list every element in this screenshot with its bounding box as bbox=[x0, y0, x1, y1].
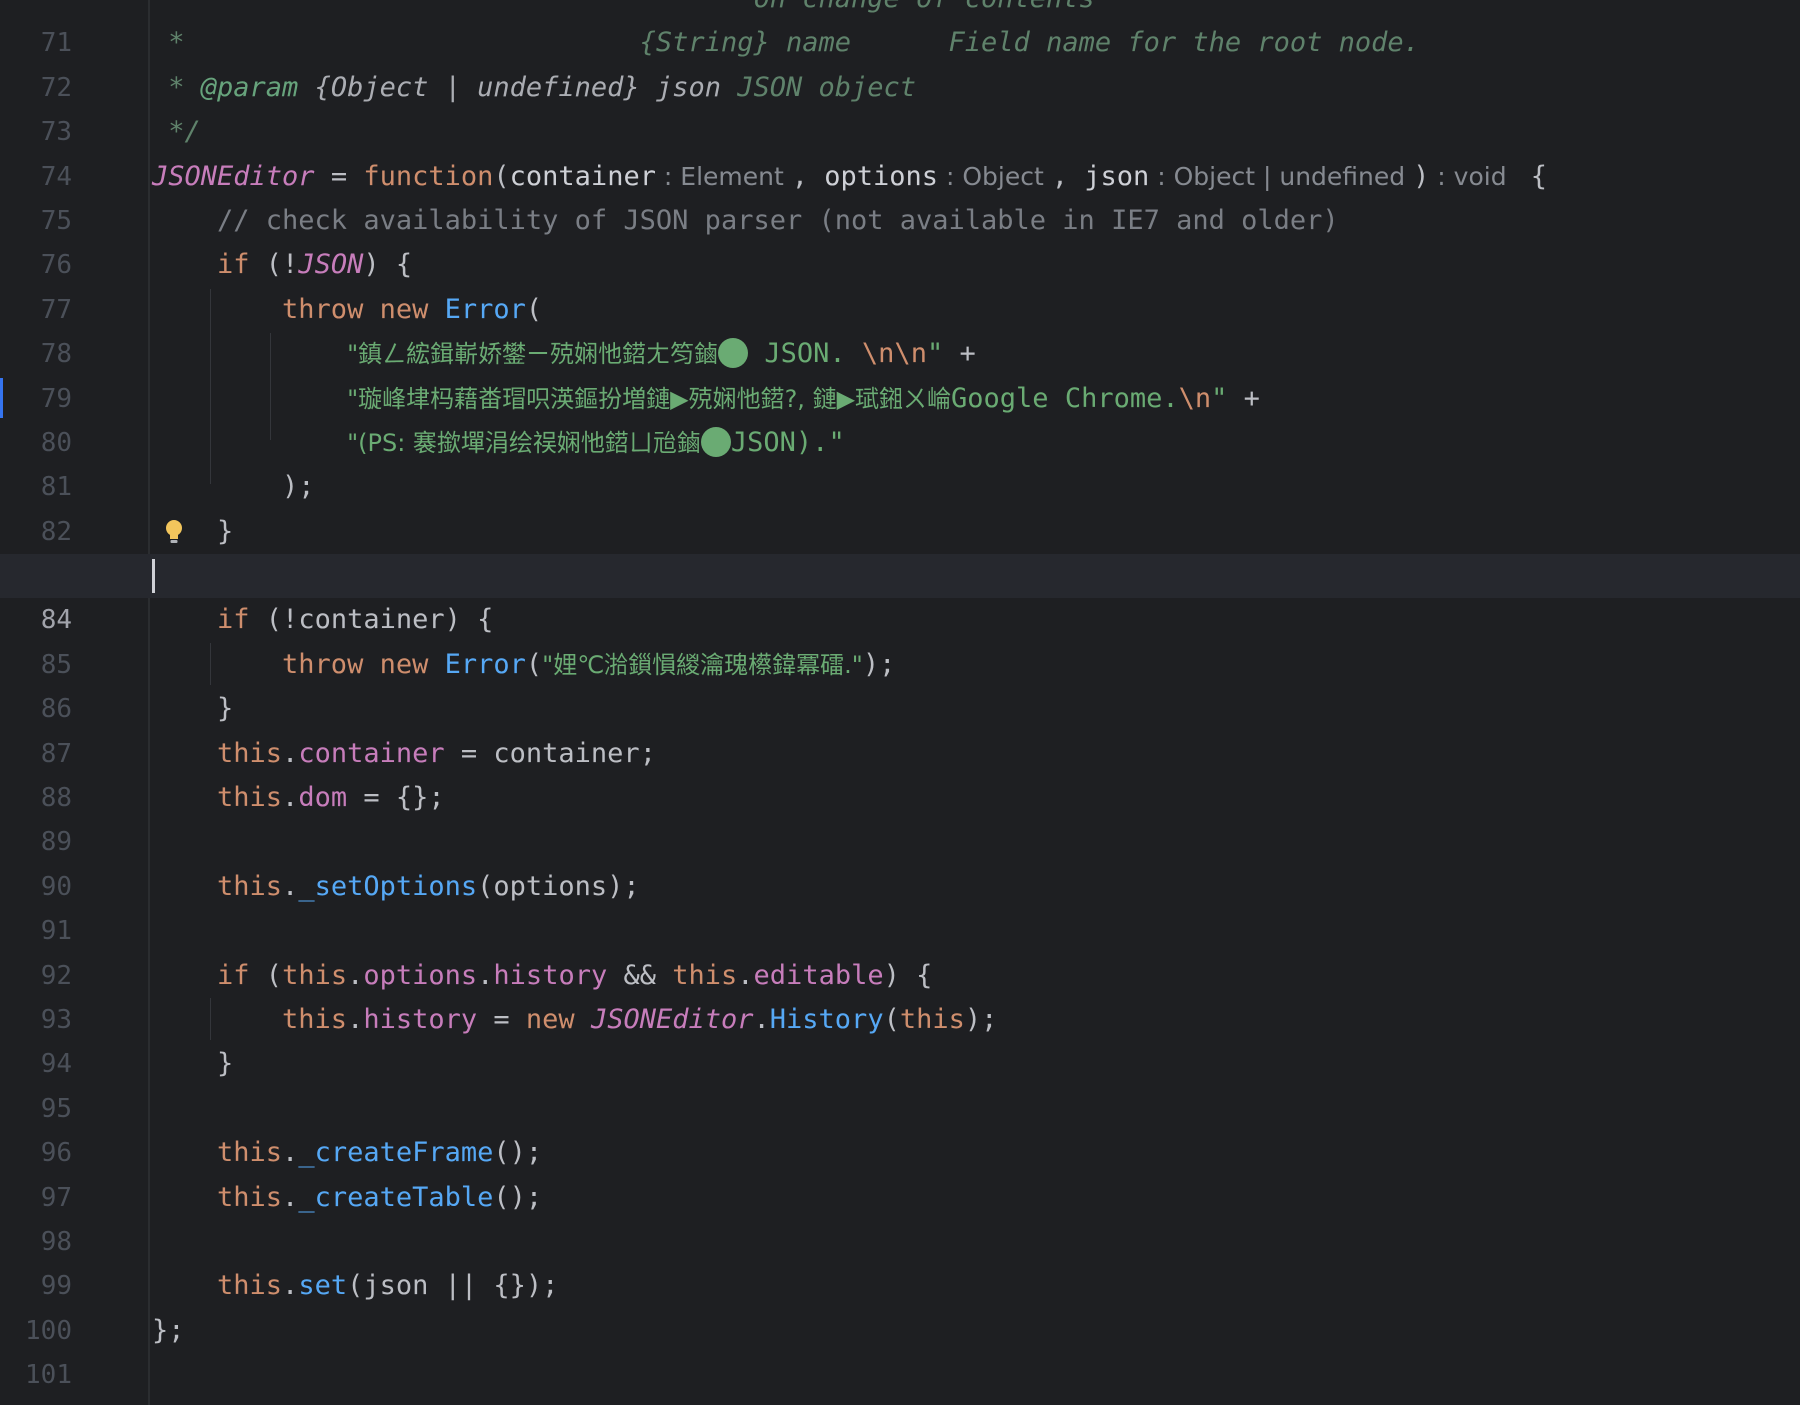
code-line[interactable]: 92 bbox=[0, 909, 1800, 991]
line-code: } bbox=[152, 693, 234, 725]
code-line[interactable]: 101 }; bbox=[0, 1309, 1800, 1390]
code-line[interactable]: 85 if (!container) { bbox=[0, 598, 1800, 679]
line-code: * {String} name Field name for the root … bbox=[152, 27, 1420, 59]
line-code: this._createTable(); bbox=[152, 1181, 543, 1213]
line-code: * on change of contents bbox=[152, 0, 1095, 21]
line-code: JSONEditor = function(container : Elemen… bbox=[152, 160, 1548, 192]
type-hint: : Element bbox=[655, 161, 792, 191]
param-json: json bbox=[1084, 160, 1150, 192]
line-code: // check availability of JSON parser (no… bbox=[152, 204, 1339, 236]
line-code: this.dom = {}; bbox=[152, 782, 445, 814]
line-code: if (!container) { bbox=[152, 604, 494, 636]
line-code: "鎮ㄥ綋鍓嶄娇鐢ㄧ殑娴忚鍣ㄤ笉鏀 JSON. \n\n" + bbox=[347, 338, 976, 370]
code-line[interactable]: 78 throw new Error( bbox=[0, 288, 1800, 369]
unknown-glyph-icon bbox=[700, 426, 731, 457]
type-hint: : Object | undefined bbox=[1149, 161, 1414, 191]
code-editor[interactable]: 71 * on change of contents 72 * {String}… bbox=[0, 0, 1800, 1405]
indent-guide bbox=[210, 289, 211, 484]
editor-lines[interactable]: 71 * on change of contents 72 * {String}… bbox=[0, 0, 1800, 1405]
code-line[interactable]: 72 * {String} name Field name for the ro… bbox=[0, 21, 1800, 102]
code-line[interactable]: 100 this.set(json || {}); bbox=[0, 1264, 1800, 1345]
line-code: this.history = new JSONEditor.History(th… bbox=[152, 1003, 998, 1035]
line-code: ); bbox=[152, 471, 315, 503]
line-code: this.container = container; bbox=[152, 737, 656, 769]
line-code: this.set(json || {}); bbox=[152, 1270, 559, 1302]
line-number: 102 bbox=[0, 1398, 72, 1405]
param-options: options bbox=[824, 160, 939, 192]
line-code: "(PS: 褰撳墠涓绘祦娴忚鍣ㄩ兘鏀 JSON)." bbox=[347, 426, 845, 458]
code-line[interactable]: 89 this.dom = {}; bbox=[0, 776, 1800, 857]
line-code: * @param {Object | undefined} json JSON … bbox=[152, 71, 917, 103]
code-line[interactable]: 98 this._createTable(); bbox=[0, 1176, 1800, 1257]
indent-guide bbox=[210, 998, 211, 1040]
code-line[interactable]: 76 // check availability of JSON parser … bbox=[0, 199, 1800, 280]
code-line[interactable]: 83 } bbox=[0, 510, 1800, 591]
line-code: } bbox=[152, 1048, 234, 1080]
code-line[interactable]: 97 this._createFrame(); bbox=[0, 1131, 1800, 1212]
code-line[interactable]: 71 * on change of contents bbox=[0, 0, 1800, 58]
code-line[interactable]: 87 } bbox=[0, 687, 1800, 768]
line-code: if (this.options.history && this.editabl… bbox=[152, 959, 933, 991]
return-type-hint: : void bbox=[1429, 161, 1515, 191]
indent-guide bbox=[210, 643, 211, 685]
unknown-glyph-icon bbox=[718, 338, 749, 369]
type-hint: : Object bbox=[938, 161, 1052, 191]
code-line[interactable]: 74 */ bbox=[0, 110, 1800, 191]
line-code: throw new Error("娌℃湁鎻愪緵瀹瑰櫒鍏冪礌."); bbox=[152, 648, 896, 680]
param-container: container bbox=[509, 160, 656, 192]
change-marker[interactable] bbox=[0, 378, 3, 418]
code-line[interactable]: 73 * @param {Object | undefined} json JS… bbox=[0, 66, 1800, 147]
code-line[interactable]: 82 ); bbox=[0, 465, 1800, 546]
code-line[interactable]: 93 if (this.options.history && this.edit… bbox=[0, 954, 1800, 1035]
indent-guide bbox=[270, 333, 271, 440]
line-code: "璇峰垏杩藉畨瑁呮渶鏂扮増鏈▶殑娴忚鍣?, 鏈▶珷鎺ㄨ崘Google Chrom… bbox=[347, 382, 1260, 414]
line-code: } bbox=[152, 515, 234, 547]
code-line[interactable]: 75 JSONEditor = function(container : Ele… bbox=[0, 155, 1800, 236]
code-line[interactable]: 90 bbox=[0, 820, 1800, 902]
line-code: this._createFrame(); bbox=[152, 1137, 543, 1169]
code-line[interactable]: 99 bbox=[0, 1220, 1800, 1301]
code-line[interactable]: 96 bbox=[0, 1087, 1800, 1168]
code-line[interactable]: 102 bbox=[0, 1353, 1800, 1405]
current-line[interactable]: 84 bbox=[0, 554, 1800, 635]
code-line[interactable]: 91 this._setOptions(options); bbox=[0, 865, 1800, 946]
text-caret bbox=[152, 559, 155, 594]
line-code: */ bbox=[152, 116, 201, 148]
line-code: if (!JSON) { bbox=[152, 249, 413, 281]
line-code: }; bbox=[152, 1314, 185, 1346]
code-line[interactable]: 88 this.container = container; bbox=[0, 732, 1800, 813]
code-line[interactable]: 86 throw new Error("娌℃湁鎻愪緵瀹瑰櫒鍏冪礌."); bbox=[0, 643, 1800, 724]
function-name: JSONEditor bbox=[152, 160, 315, 192]
code-line[interactable]: 77 if (!JSON) { bbox=[0, 243, 1800, 324]
line-code: this._setOptions(options); bbox=[152, 870, 640, 902]
code-line[interactable]: 94 this.history = new JSONEditor.History… bbox=[0, 998, 1800, 1079]
code-line[interactable]: 95 } bbox=[0, 1042, 1800, 1123]
